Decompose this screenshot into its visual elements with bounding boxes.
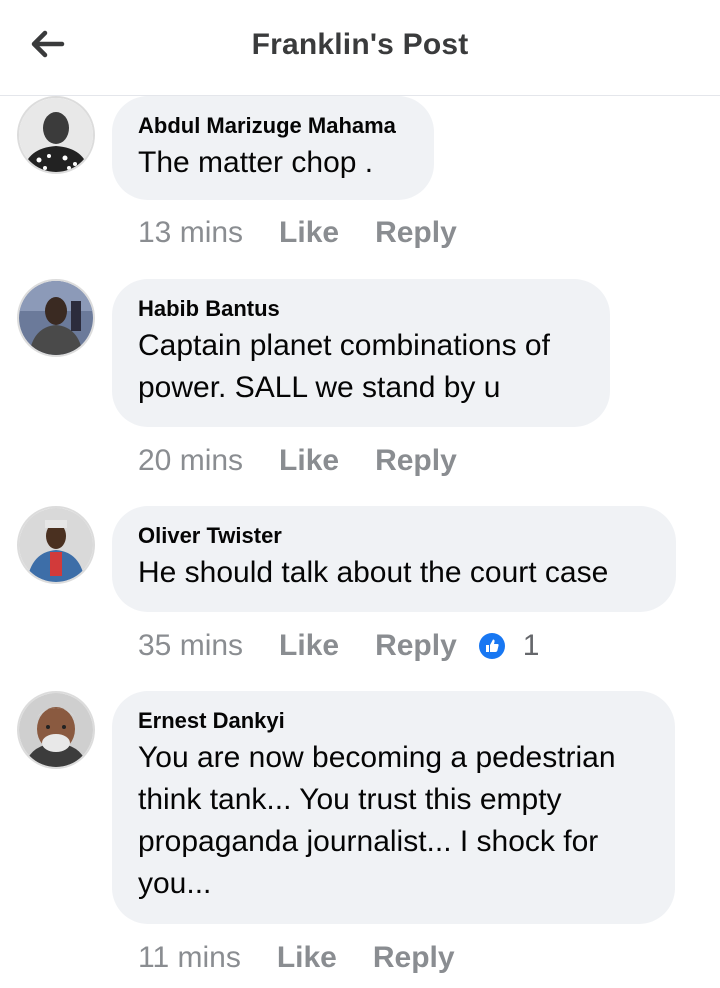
comment-text-line: Captain planet combinations of — [138, 329, 550, 362]
comment-author[interactable]: Abdul Marizuge Mahama — [138, 112, 408, 140]
comment-bubble: Oliver Twister He should talk about the … — [112, 506, 676, 612]
comment-timestamp: 20 mins — [138, 444, 244, 477]
comment-meta: 20 mins Like Reply — [138, 441, 493, 481]
reaction-summary[interactable]: 1 — [478, 629, 540, 663]
avatar[interactable] — [17, 279, 95, 357]
page-title: Franklin's Post — [251, 28, 469, 61]
like-button[interactable]: Like — [277, 941, 337, 975]
top-bar: Franklin's Post — [0, 0, 720, 96]
comment-bubble: Ernest Dankyi You are now becoming a ped… — [112, 691, 675, 924]
like-button[interactable]: Like — [279, 216, 339, 250]
comment-text: He should talk about the court case — [138, 556, 609, 589]
comment-text-line: power. SALL we stand by u — [138, 371, 501, 404]
like-reaction-icon — [478, 633, 505, 659]
avatar[interactable] — [17, 96, 95, 174]
comment-meta: 11 mins Like Reply — [138, 938, 491, 978]
avatar[interactable] — [17, 506, 95, 584]
comment-timestamp: 35 mins — [138, 629, 244, 662]
comment-meta: 13 mins Like Reply — [138, 213, 493, 253]
comment-text-line: you... — [138, 867, 212, 900]
comment-text: The matter chop . — [138, 146, 374, 179]
comment-timestamp: 13 mins — [138, 216, 244, 249]
like-button[interactable]: Like — [279, 444, 339, 478]
like-button[interactable]: Like — [279, 629, 339, 663]
comment-author[interactable]: Oliver Twister — [138, 522, 650, 550]
comment-author[interactable]: Ernest Dankyi — [138, 707, 649, 735]
comment-bubble: Abdul Marizuge Mahama The matter chop . — [112, 96, 434, 200]
reply-button[interactable]: Reply — [375, 444, 457, 478]
comment-author[interactable]: Habib Bantus — [138, 295, 584, 323]
comment-timestamp: 11 mins — [138, 941, 241, 974]
reply-button[interactable]: Reply — [373, 941, 455, 975]
reply-button[interactable]: Reply — [375, 629, 457, 663]
avatar[interactable] — [17, 691, 95, 769]
comment-text-line: propaganda journalist... I shock for — [138, 825, 599, 858]
comment-text-line: think tank... You trust this empty — [138, 783, 562, 816]
reply-button[interactable]: Reply — [375, 216, 457, 250]
comment-meta: 35 mins Like Reply 1 — [138, 626, 539, 666]
reaction-count: 1 — [522, 629, 540, 662]
comment-text-line: You are now becoming a pedestrian — [138, 741, 616, 774]
comment-bubble: Habib Bantus Captain planet combinations… — [112, 279, 610, 427]
